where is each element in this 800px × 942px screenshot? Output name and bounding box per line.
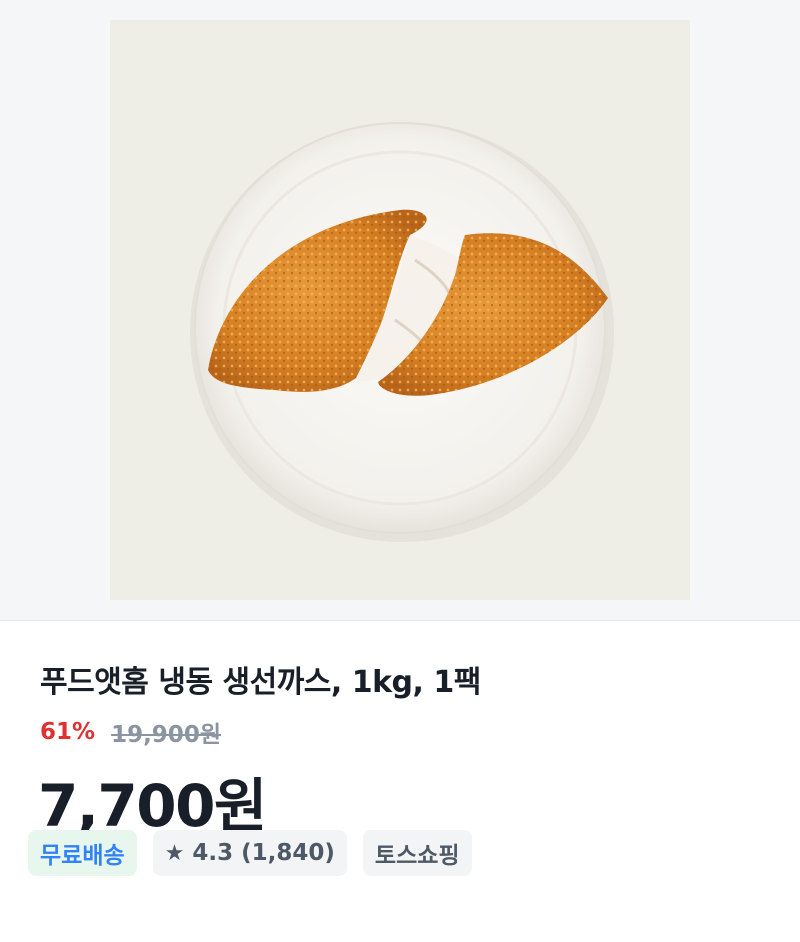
store-badge[interactable]: 토스쇼핑 <box>362 830 472 876</box>
rating-value: 4.3 <box>192 840 234 866</box>
badge-row: 무료배송 ★ 4.3 (1,840) 토스쇼핑 <box>28 830 472 876</box>
product-info: 푸드앳홈 냉동 생선까스, 1kg, 1팩 61% 19,900원 7,700원… <box>0 621 800 942</box>
product-image-area <box>0 0 800 621</box>
price-discount-row: 61% 19,900원 <box>40 715 221 749</box>
rating-count: (1,840) <box>241 840 335 866</box>
fish-cutlet-plate-illustration <box>190 122 614 542</box>
discount-rate: 61% <box>40 719 96 745</box>
free-shipping-badge: 무료배송 <box>28 830 137 876</box>
store-label: 토스쇼핑 <box>374 843 460 869</box>
original-price: 19,900원 <box>111 722 221 748</box>
free-shipping-label: 무료배송 <box>40 843 125 869</box>
rating-badge[interactable]: ★ 4.3 (1,840) <box>152 830 347 876</box>
product-title[interactable]: 푸드앳홈 냉동 생선까스, 1kg, 1팩 <box>40 657 481 701</box>
product-image[interactable] <box>110 20 690 600</box>
star-icon: ★ <box>164 840 185 866</box>
